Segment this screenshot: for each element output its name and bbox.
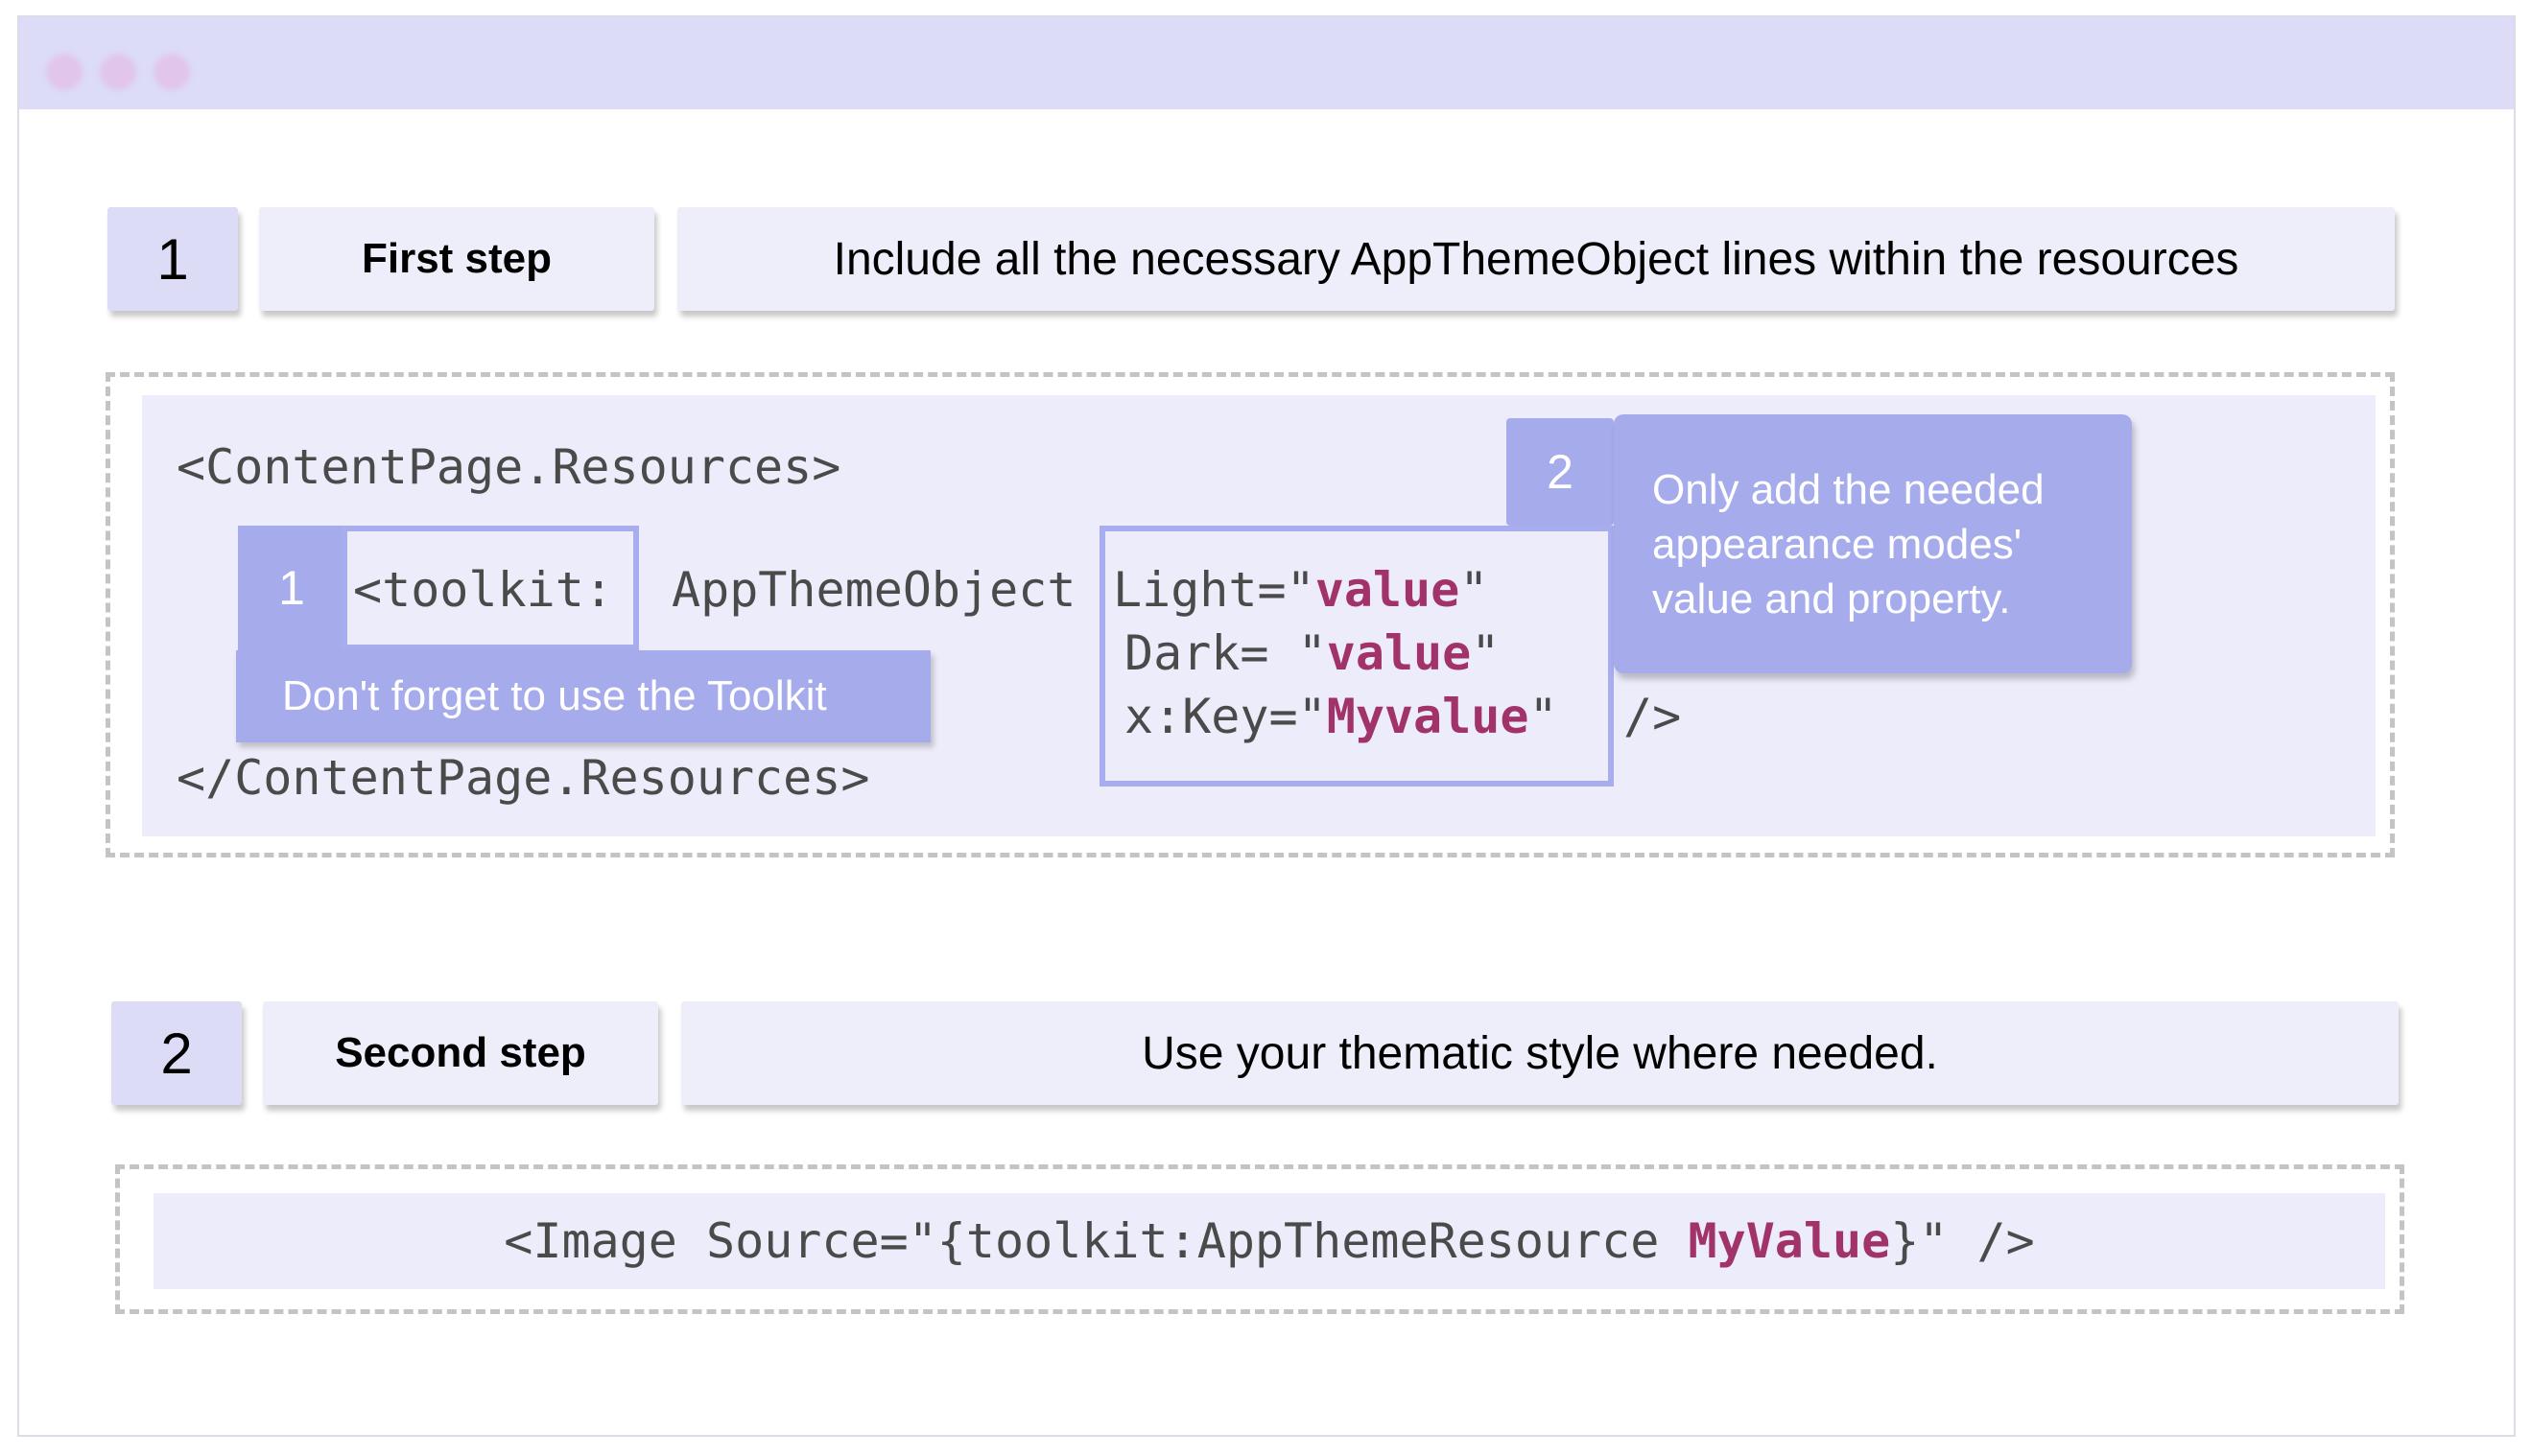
- code-image-prefix: <Image Source="{toolkit:AppThemeResource: [504, 1213, 1689, 1269]
- step-1-number: 1: [107, 207, 238, 311]
- code-object-name: AppThemeObject: [672, 562, 1076, 618]
- step-1-title-label: First step: [361, 235, 553, 282]
- code-dark-attr: Dark= ": [1124, 625, 1327, 681]
- code-image-value: MyValue: [1688, 1213, 1891, 1269]
- step-2-description: Use your thematic style where needed.: [681, 1001, 2399, 1105]
- code-key-value: Myvalue: [1326, 689, 1529, 744]
- badge-2-label: 2: [1547, 445, 1573, 499]
- badge-1-label: 1: [278, 561, 305, 615]
- red-dot-icon[interactable]: [46, 54, 83, 90]
- badge-1: 1: [238, 526, 345, 650]
- code-block-2: <Image Source="{toolkit:AppThemeResource…: [154, 1193, 2385, 1289]
- code-dark-value: value: [1326, 625, 1472, 681]
- appearance-modes-callout: Only add the needed appearance modes' va…: [1614, 414, 2132, 673]
- code-image-line: <Image Source="{toolkit:AppThemeResource…: [504, 1213, 2034, 1269]
- code-key-attr: x:Key=": [1124, 689, 1327, 744]
- appearance-modes-callout-text: Only add the needed appearance modes' va…: [1652, 466, 2045, 623]
- step-1-description: Include all the necessary AppThemeObject…: [677, 207, 2395, 311]
- code-self-close: />: [1623, 689, 1682, 744]
- step-1-title: First step: [259, 207, 654, 311]
- code-dark-close: ": [1471, 625, 1501, 681]
- window-titlebar: [19, 17, 2514, 109]
- badge-2: 2: [1506, 418, 1614, 526]
- step-1-description-label: Include all the necessary AppThemeObject…: [833, 233, 2239, 285]
- code-open-tag: <ContentPage.Resources>: [177, 439, 841, 495]
- code-dark-line: Dark= "value": [1124, 629, 1500, 677]
- step-2-title: Second step: [263, 1001, 658, 1105]
- step-2-number-label: 2: [160, 1021, 193, 1086]
- code-image-suffix: }" />: [1890, 1213, 2035, 1269]
- code-close-tag: </ContentPage.Resources>: [177, 750, 870, 806]
- code-light-attr: Light=": [1113, 562, 1315, 618]
- step-2-description-label: Use your thematic style where needed.: [1142, 1027, 1938, 1079]
- code-key-line: x:Key="Myvalue": [1124, 693, 1558, 740]
- code-light-close: ": [1459, 562, 1489, 618]
- code-key-close: ": [1528, 689, 1558, 744]
- step-1-number-label: 1: [156, 226, 189, 292]
- code-light-value: value: [1314, 562, 1460, 618]
- step-2-number: 2: [111, 1001, 242, 1105]
- code-toolkit-prefix: <toolkit:: [353, 562, 613, 618]
- toolkit-callout: Don't forget to use the Toolkit: [236, 650, 931, 742]
- yellow-dot-icon[interactable]: [100, 54, 136, 90]
- code-light-line: Light="value": [1113, 566, 1488, 614]
- toolkit-callout-text: Don't forget to use the Toolkit: [282, 672, 827, 719]
- step-2-title-label: Second step: [335, 1029, 586, 1076]
- green-dot-icon[interactable]: [154, 54, 190, 90]
